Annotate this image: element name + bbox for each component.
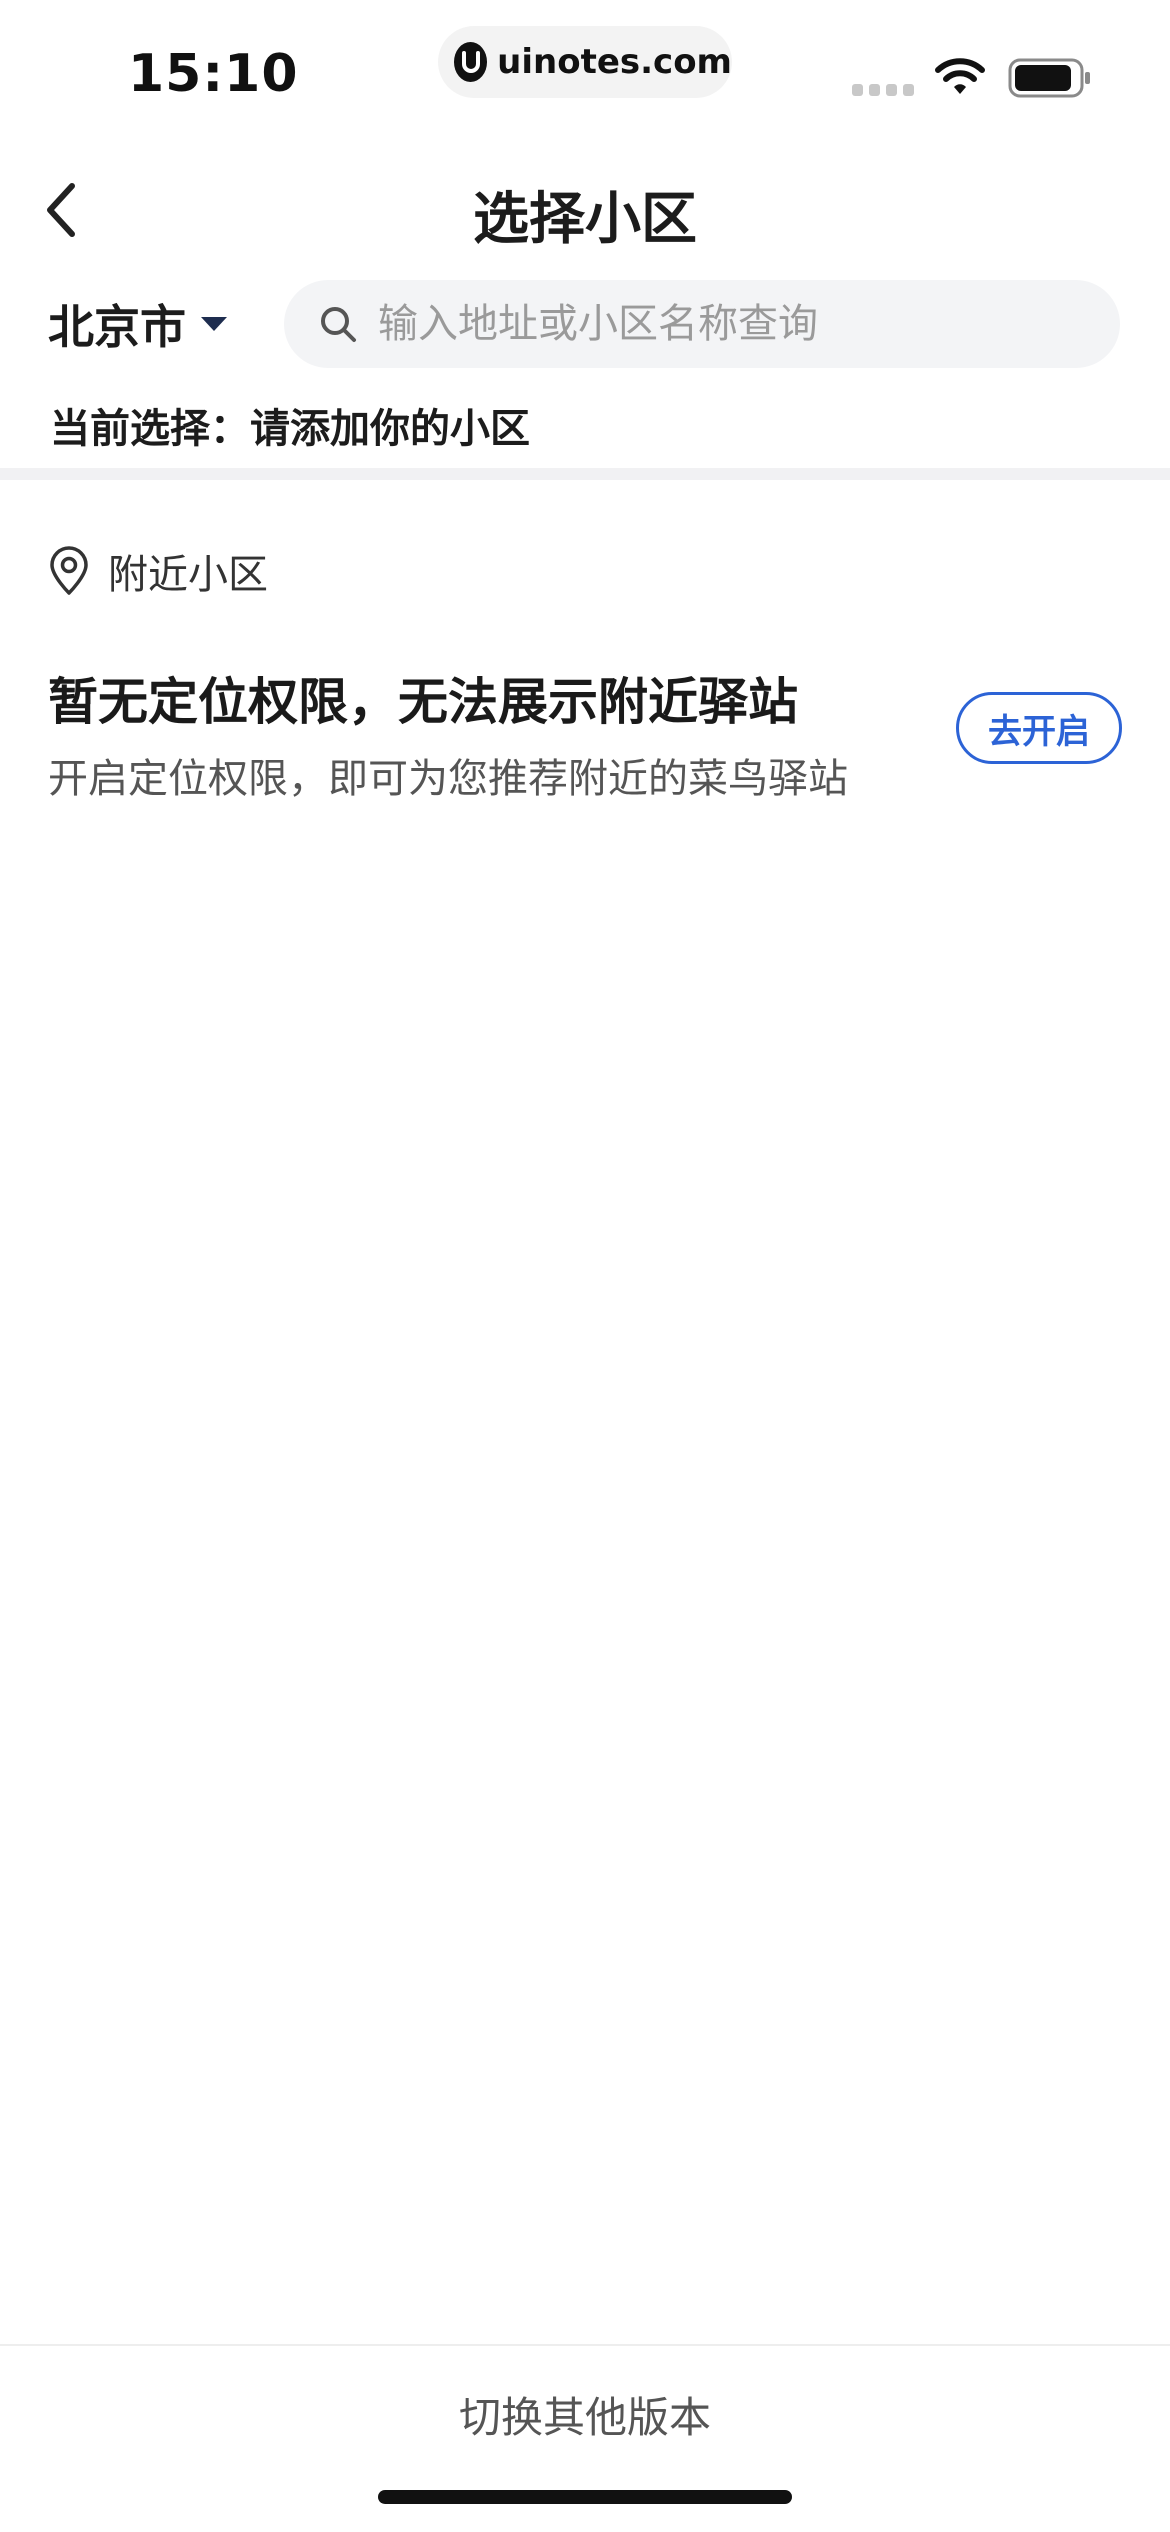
enable-location-button[interactable]: 去开启 bbox=[956, 692, 1122, 764]
permission-description: 开启定位权限，即可为您推荐附近的菜鸟驿站 bbox=[48, 756, 848, 802]
url-pill[interactable]: uinotes.com bbox=[438, 26, 732, 98]
current-selection-label: 当前选择： bbox=[50, 406, 250, 452]
wifi-icon bbox=[935, 58, 985, 94]
nearby-header: 附近小区 bbox=[48, 544, 268, 598]
site-logo-icon bbox=[454, 42, 488, 82]
current-selection: 当前选择：请添加你的小区 bbox=[50, 396, 530, 454]
switch-version-link[interactable]: 切换其他版本 bbox=[0, 2384, 1170, 2445]
city-selector[interactable]: 北京市 bbox=[48, 294, 228, 354]
signal-icon bbox=[852, 84, 914, 96]
search-input[interactable] bbox=[378, 301, 1098, 347]
section-divider bbox=[0, 468, 1170, 480]
home-indicator[interactable] bbox=[378, 2490, 792, 2504]
permission-title: 暂无定位权限，无法展示附近驿站 bbox=[48, 673, 798, 731]
search-icon bbox=[321, 307, 356, 342]
footer-divider bbox=[0, 2344, 1170, 2346]
status-time: 15:10 bbox=[128, 44, 299, 104]
url-text: uinotes.com bbox=[497, 42, 732, 82]
nearby-label: 附近小区 bbox=[108, 552, 268, 598]
status-bar: 15:10 uinotes.com bbox=[0, 0, 1170, 140]
battery-icon bbox=[1008, 58, 1090, 98]
search-box[interactable] bbox=[284, 280, 1120, 368]
current-selection-value: 请添加你的小区 bbox=[250, 406, 530, 452]
location-pin-icon bbox=[50, 546, 88, 595]
page-title: 选择小区 bbox=[473, 187, 697, 252]
caret-down-icon bbox=[201, 317, 227, 331]
screen: 15:10 uinotes.com 选择小区 北京市 输入地址或小区名称查询 当… bbox=[0, 0, 1170, 2532]
city-label: 北京市 bbox=[48, 300, 186, 354]
